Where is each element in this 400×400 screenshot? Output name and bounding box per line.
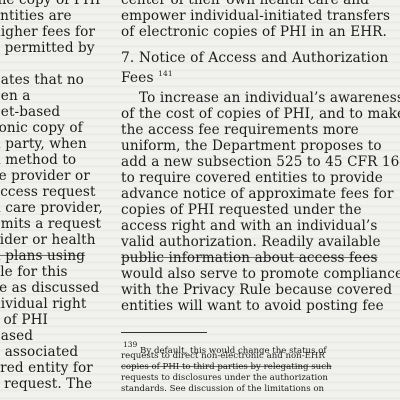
footnote-divider xyxy=(121,332,207,333)
footnote-line: copies of PHI to third parties by relega… xyxy=(121,362,332,372)
body-line: add a new subsection 525 to 45 CFR 164 xyxy=(121,154,400,170)
left-line: dividual right xyxy=(0,296,87,312)
left-line: the copy of PHI xyxy=(0,0,101,8)
left-line: based xyxy=(0,328,34,344)
body-line: copies of PHI requested under the xyxy=(121,202,362,218)
left-line: se as discussed xyxy=(0,280,100,296)
body-line: the access fee requirements more xyxy=(121,122,359,138)
left-line: h care provider, xyxy=(0,200,103,216)
left-line: n method to xyxy=(0,152,77,168)
left-line: bmits a request xyxy=(0,216,102,232)
body-line: with the Privacy Rule because covered xyxy=(121,282,393,298)
body-line: would also serve to promote compliance xyxy=(121,266,400,282)
left-line: d plans using xyxy=(0,248,86,264)
footnote-line: requests to disclosures under the author… xyxy=(121,373,328,383)
left-line: o associated xyxy=(0,344,79,360)
left-line: re provider or xyxy=(0,168,90,184)
section-heading-line2: Fees 141 xyxy=(121,66,173,86)
body-line: To increase an individual’s awareness xyxy=(139,90,400,106)
body-line: public information about access fees xyxy=(121,250,378,266)
footnote-number: 139 xyxy=(123,340,138,349)
footnote-line: requests to direct non-electronic and no… xyxy=(121,351,325,361)
body-line: entities will want to avoid posting fee xyxy=(121,298,384,314)
left-line: d party, when xyxy=(0,136,87,152)
body-line: center of their own health care and xyxy=(121,0,370,8)
section-heading: 7. Notice of Access and Authorization xyxy=(121,50,389,66)
left-line: access request xyxy=(0,184,96,200)
left-line: vider or health xyxy=(0,232,96,248)
left-line: ben a xyxy=(0,88,31,104)
left-line: ale for this xyxy=(0,264,68,280)
left-line: entities are xyxy=(0,8,72,24)
left-column: the copy of PHI entities are higher fees… xyxy=(0,0,112,400)
left-line: e permitted by xyxy=(0,40,95,56)
body-line: of the cost of copies of PHI, and to mak… xyxy=(121,106,400,122)
left-line: c request. The xyxy=(0,376,93,392)
right-column: center of their own health care and empo… xyxy=(121,0,400,400)
body-line: uniform, the Department proposes to xyxy=(121,138,382,154)
left-line: ered entity for xyxy=(0,360,93,376)
body-line: of electronic copies of PHI in an EHR. xyxy=(121,24,387,40)
body-line: advance notice of approximate fees for xyxy=(121,186,394,202)
footnote-ref: 141 xyxy=(158,69,173,78)
body-line: access right and with an individual’s xyxy=(121,218,378,234)
body-line: empower individual-initiated transfers xyxy=(121,8,391,24)
footnote-line: standards. See discussion of the limitat… xyxy=(121,384,325,394)
body-line: valid authorization. Readily available xyxy=(121,234,381,250)
left-line: ronic copy of xyxy=(0,120,83,136)
left-line: bet-based xyxy=(0,104,61,120)
left-line: pates that no xyxy=(0,72,84,88)
section-heading-fees: Fees xyxy=(121,70,154,86)
left-line: higher fees for xyxy=(0,24,96,40)
left-line: s of PHI xyxy=(0,312,49,328)
body-line: to require covered entities to provide xyxy=(121,170,383,186)
